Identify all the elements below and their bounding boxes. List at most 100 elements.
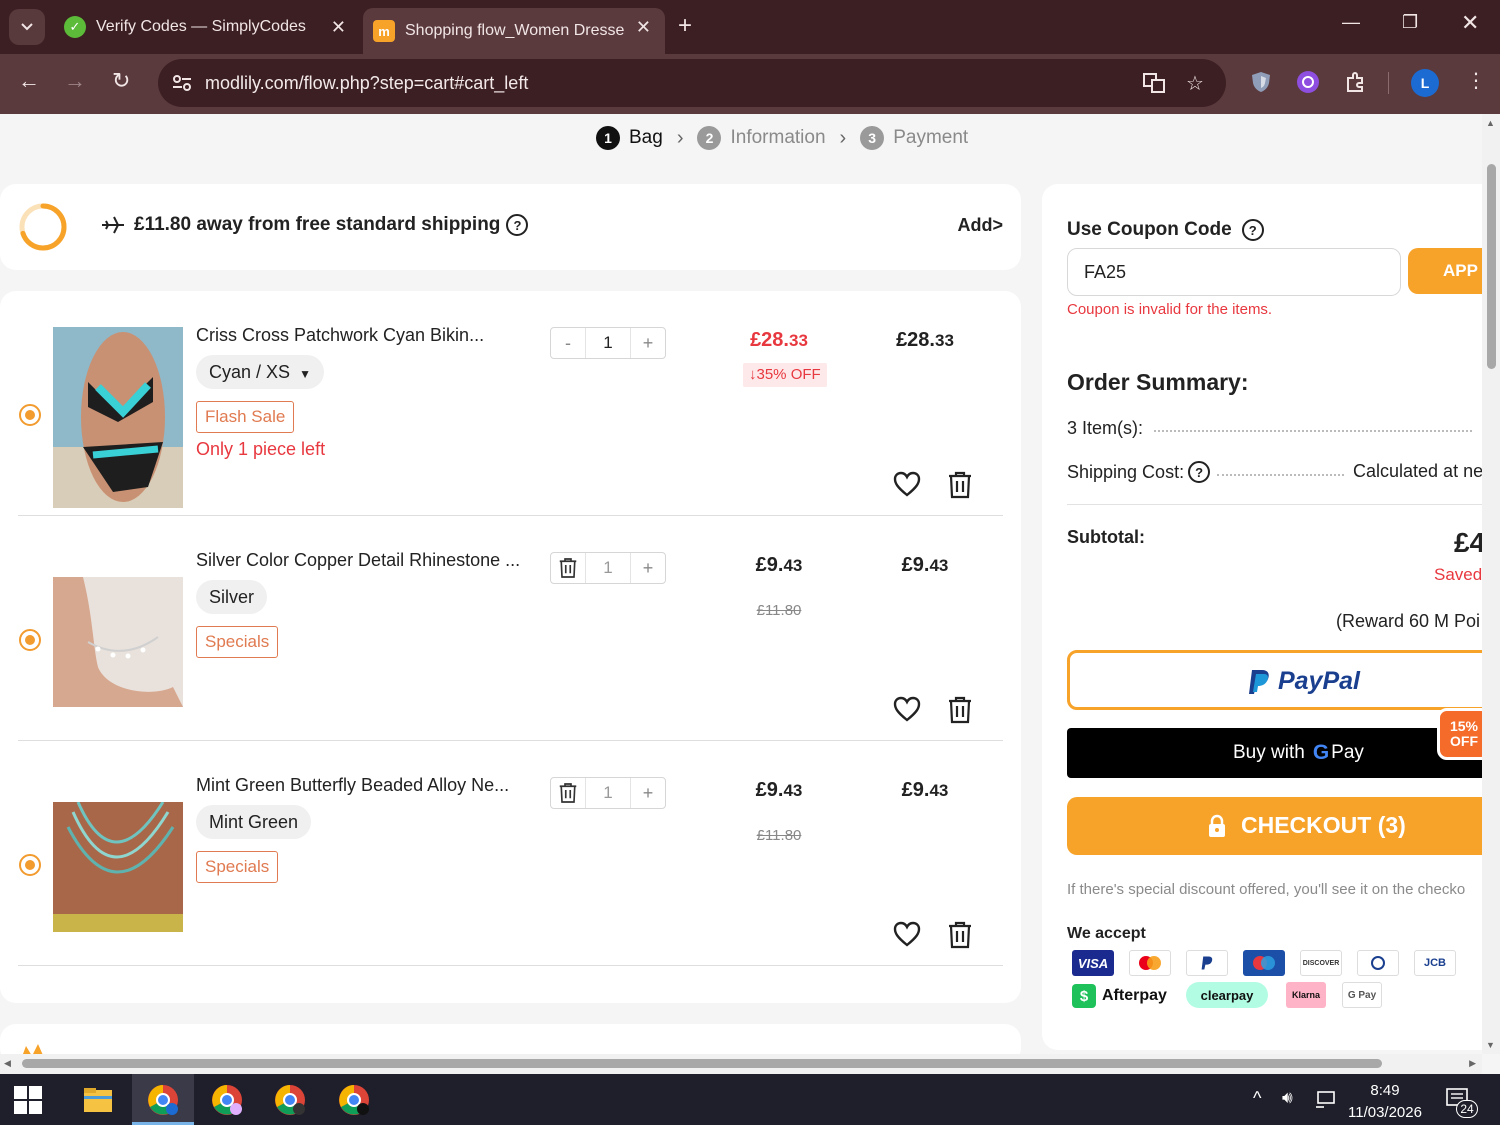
close-window-button[interactable]: ✕: [1461, 10, 1479, 36]
tab-search-button[interactable]: [9, 9, 45, 45]
chrome-profile-icon[interactable]: [336, 1082, 372, 1118]
show-hidden-icons[interactable]: ^: [1253, 1088, 1261, 1109]
increase-qty-button[interactable]: +: [631, 328, 665, 358]
chrome-profile-icon[interactable]: [272, 1082, 308, 1118]
delete-trash-icon[interactable]: [551, 553, 585, 583]
url-text[interactable]: modlily.com/flow.php?step=cart#cart_left: [205, 73, 528, 94]
price-main: £9.: [755, 779, 784, 801]
paypal-button[interactable]: PayPal: [1067, 650, 1482, 710]
quantity-value[interactable]: 1: [585, 553, 631, 583]
wishlist-heart-icon[interactable]: [893, 471, 921, 499]
network-icon[interactable]: [1314, 1090, 1336, 1110]
product-image-anklet[interactable]: [53, 577, 183, 707]
horizontal-scrollbar[interactable]: ◀ ▶: [0, 1054, 1482, 1074]
forward-button[interactable]: →: [64, 68, 86, 94]
scrollbar-thumb[interactable]: [22, 1059, 1382, 1068]
item-select-radio[interactable]: [19, 629, 41, 651]
quantity-stepper: - 1 +: [550, 327, 666, 359]
close-icon[interactable]: ✕: [331, 17, 346, 38]
quantity-value[interactable]: 1: [585, 778, 631, 808]
windows-taskbar: ^ 🔊︎ 8:49 11/03/2026 24: [0, 1074, 1500, 1125]
delete-trash-icon[interactable]: [948, 471, 972, 499]
item-select-radio[interactable]: [19, 404, 41, 426]
step-payment[interactable]: 3 Payment: [860, 126, 968, 150]
minimize-button[interactable]: —: [1342, 12, 1360, 33]
restore-button[interactable]: ❐: [1402, 12, 1418, 33]
flash-sale-tag: Flash Sale: [196, 401, 295, 433]
scroll-down-icon[interactable]: ▼: [1486, 1040, 1495, 1050]
increase-qty-button[interactable]: +: [631, 553, 665, 583]
delete-trash-icon[interactable]: [551, 778, 585, 808]
new-tab-button[interactable]: +: [678, 12, 692, 40]
variant-selector[interactable]: Cyan / XS ▼: [196, 355, 324, 389]
checkout-button[interactable]: CHECKOUT (3): [1067, 797, 1482, 855]
more-menu-icon[interactable]: ⋮: [1466, 68, 1486, 93]
clock-time: 8:49: [1370, 1082, 1400, 1099]
add-more-link[interactable]: Add>: [957, 215, 1003, 236]
taskbar-clock[interactable]: 8:49 11/03/2026: [1348, 1080, 1422, 1124]
total-main: £9.: [901, 779, 930, 801]
price-main: £28.: [750, 329, 789, 351]
product-name[interactable]: Silver Color Copper Detail Rhinestone ..…: [196, 550, 520, 571]
variant-label: Mint Green: [196, 805, 312, 839]
wishlist-heart-icon[interactable]: [893, 921, 921, 949]
badge-off: OFF: [1450, 733, 1478, 749]
help-icon[interactable]: ?: [1188, 461, 1211, 483]
google-pay-button[interactable]: Buy with G Pay 15% OFF: [1067, 708, 1482, 778]
scrollbar-thumb[interactable]: [1487, 164, 1496, 369]
step-information[interactable]: 2 Information: [697, 126, 826, 150]
scroll-left-icon[interactable]: ◀: [4, 1058, 11, 1069]
delete-trash-icon[interactable]: [948, 921, 972, 949]
tab-shopping-flow[interactable]: m Shopping flow_Women Dresses ✕: [363, 8, 665, 54]
vertical-scrollbar[interactable]: ▲ ▼: [1482, 114, 1500, 1054]
scroll-right-icon[interactable]: ▶: [1469, 1058, 1476, 1069]
shipping-cost-row: Shipping Cost: ?: [1067, 461, 1211, 483]
original-price: £11.80: [756, 602, 802, 619]
coupon-code-input[interactable]: FA25: [1067, 248, 1401, 296]
volume-icon[interactable]: 🔊︎: [1282, 1088, 1293, 1108]
paypal-logo: PayPal: [1246, 667, 1360, 696]
order-summary-panel: Use Coupon Code ? FA25 APP Coupon is inv…: [1042, 184, 1482, 1050]
bookmark-star-icon[interactable]: ☆: [1186, 71, 1204, 96]
shield-extension-icon[interactable]: [1249, 70, 1273, 94]
visa-icon: VISA: [1072, 950, 1114, 976]
scroll-up-icon[interactable]: ▲: [1486, 118, 1495, 128]
google-pay-label: Buy with G Pay: [1233, 741, 1364, 765]
stock-warning: Only 1 piece left: [196, 439, 326, 459]
recommendation-section: [0, 1024, 1021, 1054]
chrome-profile-icon[interactable]: [209, 1082, 245, 1118]
browser-tab-strip: ✓ Verify Codes — SimplyCodes ✕ m Shoppin…: [0, 0, 1500, 54]
items-count-row: 3 Item(s):: [1067, 418, 1143, 439]
tab-verify-codes[interactable]: ✓ Verify Codes — SimplyCodes ✕: [52, 8, 360, 46]
close-icon[interactable]: ✕: [636, 17, 651, 38]
help-icon[interactable]: ?: [506, 214, 529, 236]
item-select-radio[interactable]: [19, 854, 41, 876]
product-name[interactable]: Criss Cross Patchwork Cyan Bikin...: [196, 325, 484, 346]
delete-trash-icon[interactable]: [948, 696, 972, 724]
purple-extension-icon[interactable]: [1296, 70, 1320, 94]
file-explorer-icon[interactable]: [80, 1082, 116, 1118]
increase-qty-button[interactable]: +: [631, 778, 665, 808]
chrome-profile-l-icon[interactable]: [145, 1082, 181, 1118]
lock-icon: [1209, 814, 1225, 837]
profile-avatar[interactable]: L: [1411, 69, 1439, 97]
product-name[interactable]: Mint Green Butterfly Beaded Alloy Ne...: [196, 775, 509, 796]
apply-coupon-button[interactable]: APP: [1408, 248, 1482, 294]
site-settings-icon[interactable]: [170, 71, 194, 95]
dotted-leader: [1217, 474, 1344, 476]
step-bag[interactable]: 1 Bag: [596, 126, 663, 150]
product-image-bikini[interactable]: [53, 327, 183, 508]
quantity-value[interactable]: 1: [585, 328, 631, 358]
address-bar[interactable]: modlily.com/flow.php?step=cart#cart_left…: [158, 59, 1226, 107]
translate-icon[interactable]: [1142, 71, 1166, 101]
windows-start-icon[interactable]: [14, 1086, 42, 1114]
help-icon[interactable]: ?: [1241, 219, 1264, 241]
price-cents: 43: [783, 781, 803, 800]
product-image-necklace[interactable]: [53, 802, 183, 932]
decrease-qty-button[interactable]: -: [551, 328, 585, 358]
back-button[interactable]: ←: [18, 68, 40, 94]
wishlist-heart-icon[interactable]: [893, 696, 921, 724]
afterpay-icon: $: [1072, 984, 1096, 1008]
extensions-puzzle-icon[interactable]: [1344, 70, 1368, 94]
reload-button[interactable]: ↻: [112, 68, 130, 94]
